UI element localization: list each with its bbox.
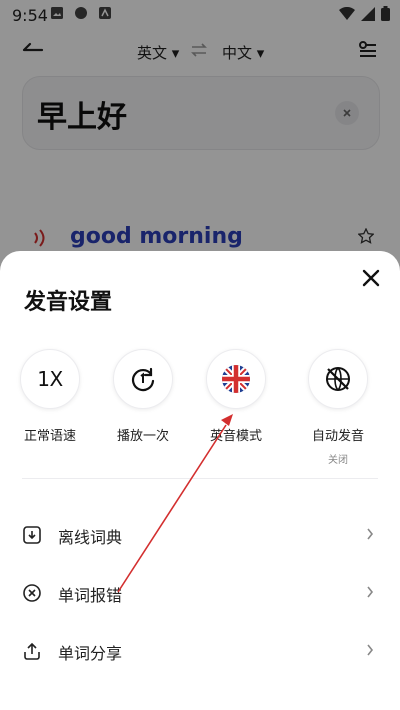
divider [22, 478, 378, 479]
row-label: 单词报错 [58, 586, 123, 605]
auto-option-circle[interactable] [308, 349, 368, 409]
sheet-title: 发音设置 [24, 290, 113, 315]
error-circle-icon [23, 584, 41, 602]
menu-row-report-error[interactable]: 单词报错 [22, 573, 378, 613]
option-label: 自动发音 [311, 429, 364, 444]
globe-off-icon [326, 367, 350, 391]
close-icon [362, 269, 380, 287]
option-auto-pronounce[interactable]: 自动发音 关闭 [298, 349, 378, 466]
repeat-once-icon [131, 367, 155, 392]
chevron-right-icon [367, 528, 374, 540]
option-play-once[interactable]: 播放一次 [103, 349, 183, 444]
chevron-right-icon [367, 644, 374, 656]
speed-icon-text: 1X [37, 367, 63, 391]
menu-row-offline-dictionary[interactable]: 离线词典 [22, 515, 378, 555]
row-label: 单词分享 [58, 644, 123, 663]
pronunciation-settings-sheet: 发音设置 1X 正常语速 播放一次 英音模式 自动发音 关闭 离线词典 单词报错… [0, 251, 400, 710]
download-icon [23, 526, 41, 544]
repeat-option-circle[interactable] [113, 349, 173, 409]
option-label: 英音模式 [209, 429, 262, 444]
uk-flag-icon [222, 365, 250, 393]
chevron-right-icon [367, 586, 374, 598]
option-speed[interactable]: 1X 正常语速 [10, 349, 90, 444]
speed-option-circle[interactable]: 1X [20, 349, 80, 409]
option-status: 关闭 [328, 455, 348, 466]
accent-option-circle[interactable] [206, 349, 266, 409]
option-uk-accent[interactable]: 英音模式 [196, 349, 276, 444]
option-label: 播放一次 [116, 429, 169, 444]
option-label: 正常语速 [23, 429, 76, 444]
menu-row-share-word[interactable]: 单词分享 [22, 631, 378, 671]
close-sheet-button[interactable] [356, 263, 386, 293]
share-icon [24, 642, 40, 660]
row-label: 离线词典 [58, 528, 123, 547]
